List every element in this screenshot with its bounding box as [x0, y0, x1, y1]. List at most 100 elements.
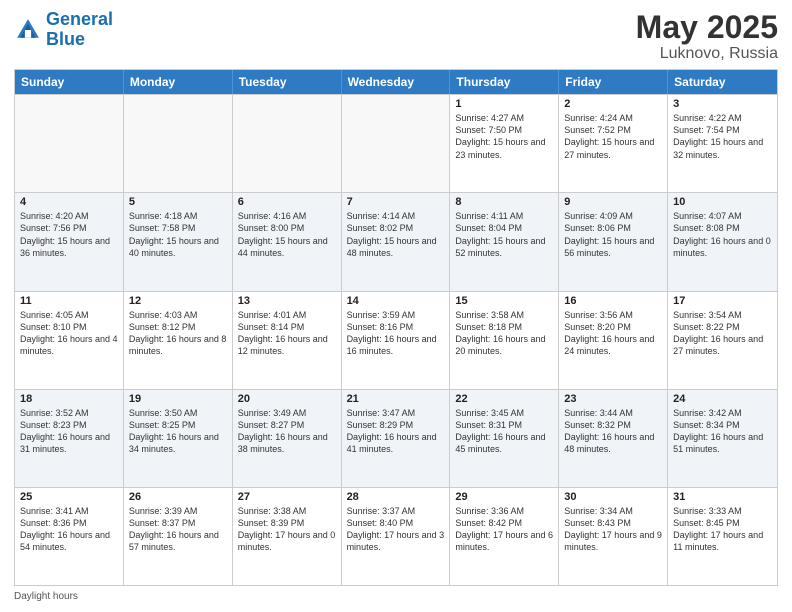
sunrise-text: Sunrise: 3:41 AM [20, 505, 118, 517]
title-block: May 2025 Luknovo, Russia [636, 10, 778, 63]
calendar-header: SundayMondayTuesdayWednesdayThursdayFrid… [15, 70, 777, 94]
daylight-text: Daylight: 16 hours and 34 minutes. [129, 431, 227, 455]
day-number: 27 [238, 491, 336, 503]
cal-cell: 5Sunrise: 4:18 AMSunset: 7:58 PMDaylight… [124, 193, 233, 290]
day-number: 3 [673, 98, 772, 110]
day-number: 31 [673, 491, 772, 503]
day-number: 5 [129, 196, 227, 208]
daylight-text: Daylight: 16 hours and 48 minutes. [564, 431, 662, 455]
cal-header-tuesday: Tuesday [233, 70, 342, 94]
sunset-text: Sunset: 8:25 PM [129, 419, 227, 431]
sunset-text: Sunset: 8:29 PM [347, 419, 445, 431]
day-number: 18 [20, 393, 118, 405]
sunset-text: Sunset: 8:37 PM [129, 517, 227, 529]
cal-cell: 4Sunrise: 4:20 AMSunset: 7:56 PMDaylight… [15, 193, 124, 290]
sunset-text: Sunset: 8:20 PM [564, 321, 662, 333]
daylight-text: Daylight: 16 hours and 24 minutes. [564, 333, 662, 357]
cal-week-3: 11Sunrise: 4:05 AMSunset: 8:10 PMDayligh… [15, 291, 777, 389]
day-number: 15 [455, 295, 553, 307]
day-number: 17 [673, 295, 772, 307]
daylight-text: Daylight: 15 hours and 40 minutes. [129, 235, 227, 259]
cal-cell: 25Sunrise: 3:41 AMSunset: 8:36 PMDayligh… [15, 488, 124, 585]
day-number: 4 [20, 196, 118, 208]
daylight-text: Daylight: 16 hours and 16 minutes. [347, 333, 445, 357]
sunset-text: Sunset: 8:39 PM [238, 517, 336, 529]
cal-cell: 22Sunrise: 3:45 AMSunset: 8:31 PMDayligh… [450, 390, 559, 487]
header: General Blue May 2025 Luknovo, Russia [14, 10, 778, 63]
cal-cell: 20Sunrise: 3:49 AMSunset: 8:27 PMDayligh… [233, 390, 342, 487]
cal-cell: 7Sunrise: 4:14 AMSunset: 8:02 PMDaylight… [342, 193, 451, 290]
day-number: 29 [455, 491, 553, 503]
cal-header-friday: Friday [559, 70, 668, 94]
daylight-text: Daylight: 16 hours and 12 minutes. [238, 333, 336, 357]
title-month: May 2025 [636, 10, 778, 45]
day-number: 8 [455, 196, 553, 208]
cal-cell: 28Sunrise: 3:37 AMSunset: 8:40 PMDayligh… [342, 488, 451, 585]
daylight-text: Daylight: 15 hours and 44 minutes. [238, 235, 336, 259]
daylight-text: Daylight: 16 hours and 57 minutes. [129, 529, 227, 553]
cal-cell: 19Sunrise: 3:50 AMSunset: 8:25 PMDayligh… [124, 390, 233, 487]
daylight-text: Daylight: 17 hours and 0 minutes. [238, 529, 336, 553]
sunrise-text: Sunrise: 3:33 AM [673, 505, 772, 517]
day-number: 7 [347, 196, 445, 208]
cal-cell: 2Sunrise: 4:24 AMSunset: 7:52 PMDaylight… [559, 95, 668, 192]
sunrise-text: Sunrise: 4:27 AM [455, 112, 553, 124]
sunset-text: Sunset: 8:14 PM [238, 321, 336, 333]
sunrise-text: Sunrise: 3:42 AM [673, 407, 772, 419]
daylight-text: Daylight: 15 hours and 48 minutes. [347, 235, 445, 259]
daylight-text: Daylight: 16 hours and 31 minutes. [20, 431, 118, 455]
sunrise-text: Sunrise: 4:24 AM [564, 112, 662, 124]
cal-cell: 11Sunrise: 4:05 AMSunset: 8:10 PMDayligh… [15, 292, 124, 389]
cal-cell: 10Sunrise: 4:07 AMSunset: 8:08 PMDayligh… [668, 193, 777, 290]
sunrise-text: Sunrise: 3:54 AM [673, 309, 772, 321]
daylight-text: Daylight: 17 hours and 11 minutes. [673, 529, 772, 553]
cal-cell: 21Sunrise: 3:47 AMSunset: 8:29 PMDayligh… [342, 390, 451, 487]
cal-cell: 30Sunrise: 3:34 AMSunset: 8:43 PMDayligh… [559, 488, 668, 585]
cal-cell [15, 95, 124, 192]
sunset-text: Sunset: 8:02 PM [347, 222, 445, 234]
daylight-text: Daylight: 16 hours and 4 minutes. [20, 333, 118, 357]
cal-header-sunday: Sunday [15, 70, 124, 94]
sunset-text: Sunset: 8:45 PM [673, 517, 772, 529]
sunset-text: Sunset: 8:32 PM [564, 419, 662, 431]
cal-cell: 18Sunrise: 3:52 AMSunset: 8:23 PMDayligh… [15, 390, 124, 487]
daylight-text: Daylight: 16 hours and 0 minutes. [673, 235, 772, 259]
cal-cell: 9Sunrise: 4:09 AMSunset: 8:06 PMDaylight… [559, 193, 668, 290]
daylight-text: Daylight: 16 hours and 41 minutes. [347, 431, 445, 455]
cal-cell: 17Sunrise: 3:54 AMSunset: 8:22 PMDayligh… [668, 292, 777, 389]
sunrise-text: Sunrise: 3:44 AM [564, 407, 662, 419]
cal-cell: 27 Sunrise: 3:38 AMSunset: 8:39 PMDayligh… [233, 488, 342, 585]
cal-header-monday: Monday [124, 70, 233, 94]
sunset-text: Sunset: 8:34 PM [673, 419, 772, 431]
sunrise-text: Sunrise: 4:20 AM [20, 210, 118, 222]
daylight-text: Daylight: 16 hours and 38 minutes. [238, 431, 336, 455]
sunrise-text: Sunrise: 3:39 AM [129, 505, 227, 517]
sunset-text: Sunset: 8:42 PM [455, 517, 553, 529]
daylight-text: Daylight: 15 hours and 27 minutes. [564, 136, 662, 160]
day-number: 2 [564, 98, 662, 110]
day-number: 20 [238, 393, 336, 405]
calendar: SundayMondayTuesdayWednesdayThursdayFrid… [14, 69, 778, 586]
cal-header-wednesday: Wednesday [342, 70, 451, 94]
cal-cell: 3Sunrise: 4:22 AMSunset: 7:54 PMDaylight… [668, 95, 777, 192]
sunset-text: Sunset: 8:04 PM [455, 222, 553, 234]
daylight-text: Daylight: 17 hours and 6 minutes. [455, 529, 553, 553]
cal-cell: 23Sunrise: 3:44 AMSunset: 8:32 PMDayligh… [559, 390, 668, 487]
daylight-text: Daylight: 17 hours and 3 minutes. [347, 529, 445, 553]
cal-cell: 12Sunrise: 4:03 AMSunset: 8:12 PMDayligh… [124, 292, 233, 389]
daylight-text: Daylight: 16 hours and 8 minutes. [129, 333, 227, 357]
sunrise-text: Sunrise: 3:38 AM [238, 505, 336, 517]
day-number: 25 [20, 491, 118, 503]
sunset-text: Sunset: 8:08 PM [673, 222, 772, 234]
sunset-text: Sunset: 8:16 PM [347, 321, 445, 333]
sunrise-text: Sunrise: 4:18 AM [129, 210, 227, 222]
calendar-body: 1Sunrise: 4:27 AMSunset: 7:50 PMDaylight… [15, 94, 777, 585]
cal-cell: 24Sunrise: 3:42 AMSunset: 8:34 PMDayligh… [668, 390, 777, 487]
day-number: 16 [564, 295, 662, 307]
sunset-text: Sunset: 7:56 PM [20, 222, 118, 234]
cal-cell [233, 95, 342, 192]
title-location: Luknovo, Russia [636, 45, 778, 63]
cal-cell: 13Sunrise: 4:01 AMSunset: 8:14 PMDayligh… [233, 292, 342, 389]
cal-cell: 29Sunrise: 3:36 AMSunset: 8:42 PMDayligh… [450, 488, 559, 585]
sunrise-text: Sunrise: 3:37 AM [347, 505, 445, 517]
